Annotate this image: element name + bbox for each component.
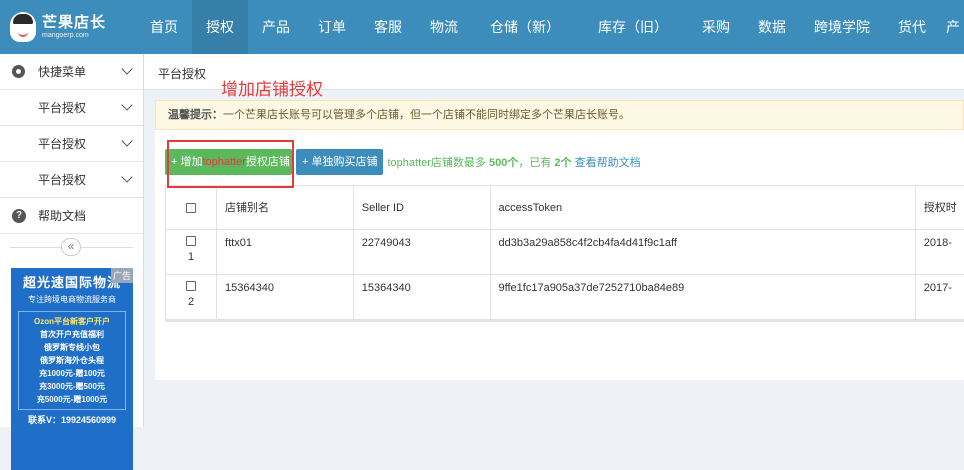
cell-auth-time: 2017- <box>923 282 952 294</box>
ad-phone: 联系V：19924560999 <box>27 415 117 425</box>
column-header-alias: 店铺别名 <box>217 186 354 229</box>
nav-item-products[interactable]: 产品 <box>248 0 304 54</box>
sidebar-item-label: 平台授权 <box>38 101 87 115</box>
ad-line: 充3000元-赠500元 <box>39 382 105 391</box>
info-count: 2个 <box>554 157 572 169</box>
tip-text: 一个芒果店长账号可以管理多个店铺，但一个店铺不能同时绑定多个芒果店长账号。 <box>223 109 630 121</box>
cell-access-token: dd3b3a29a858c4f2cb4fa4d41f9c1aff <box>491 230 916 274</box>
nav-item-forwarder[interactable]: 货代 <box>884 0 940 54</box>
mascot-icon <box>10 12 36 42</box>
help-doc-link[interactable]: 查看帮助文档 <box>575 157 641 169</box>
sidebar-item-platform-auth[interactable]: 平台授权 <box>0 162 143 198</box>
collapse-sidebar-button[interactable]: « <box>61 238 81 256</box>
cell-access-token: 9ffe1fc17a905a37de7252710ba84e89 <box>491 275 916 319</box>
annotation-label: 增加店铺授权 <box>221 80 323 99</box>
question-icon: ? <box>12 208 26 223</box>
info-max: 500个 <box>488 157 519 169</box>
sidebar-item-label: 平台授权 <box>38 137 87 151</box>
ad-subtitle: 专注跨境电商物流服务商 <box>28 295 116 304</box>
nav-item-warehouse-new[interactable]: 仓储（新） <box>472 0 578 54</box>
row-select-cell: 2 <box>165 275 218 319</box>
ad-offer-box: Ozon平台新客户开户 首次开户充值福利 俄罗斯专线小包 俄罗斯海外仓头程 充1… <box>18 311 126 410</box>
nav-item-home[interactable]: 首页 <box>136 0 192 54</box>
ad-badge[interactable]: 广告 <box>110 268 133 283</box>
nav-item-academy[interactable]: 跨境学院 <box>800 0 884 54</box>
tip-label: 温馨提示： <box>168 109 223 121</box>
top-navbar: 芒果店长 mangoerp.com 首页 授权 产品 订单 客服 物流 仓储（新… <box>0 0 964 54</box>
sidebar-quick-menu-label: 快捷菜单 <box>38 65 87 79</box>
cell-seller-id: 22749043 <box>354 230 491 274</box>
table-header-row: 店铺别名 Seller ID accessToken 授权时 <box>165 185 964 230</box>
chevron-down-icon <box>121 99 133 111</box>
gear-icon <box>12 65 25 78</box>
ad-line: 充1000元-赠100元 <box>39 369 105 378</box>
nav-item-logistics[interactable]: 物流 <box>416 0 472 54</box>
select-all-checkbox[interactable] <box>186 203 197 213</box>
brand-domain: mangoerp.com <box>42 31 89 39</box>
tip-banner: 温馨提示：一个芒果店长账号可以管理多个店铺，但一个店铺不能同时绑定多个芒果店长账… <box>155 100 964 130</box>
nav-item-customer-service[interactable]: 客服 <box>360 0 416 54</box>
ad-line: Ozon平台新客户开户 <box>34 317 110 326</box>
table-footer-line <box>165 320 964 322</box>
select-all-cell <box>165 186 218 229</box>
ad-line: 充5000元-赠1000元 <box>36 395 108 404</box>
chevron-down-icon <box>121 171 133 183</box>
cell-auth-time: 2018- <box>923 237 952 249</box>
annotation-highlight-box <box>167 140 294 188</box>
column-header-seller-id: Seller ID <box>354 186 491 229</box>
brand-text: 芒果店长 mangoerp.com <box>42 13 107 40</box>
main-nav: 首页 授权 产品 订单 客服 物流 仓储（新） 库存（旧） 采购 数据 跨境学院… <box>136 0 964 54</box>
info-sep: ，已有 <box>518 157 552 169</box>
row-checkbox[interactable] <box>186 281 197 291</box>
table-row: 1 fttx01 22749043 dd3b3a29a858c4f2cb4fa4… <box>165 230 964 275</box>
info-text: tophatter店铺数最多 <box>387 157 486 169</box>
sidebar-item-platform-auth[interactable]: 平台授权 <box>0 126 143 162</box>
row-number: 2 <box>187 296 195 308</box>
brand-name: 芒果店长 <box>42 13 107 31</box>
column-header-access-token: accessToken <box>491 186 916 229</box>
page-title: 平台授权 <box>158 67 207 81</box>
stores-table: 店铺别名 Seller ID accessToken 授权时 1 fttx01 … <box>165 185 964 322</box>
row-select-cell: 1 <box>165 230 218 274</box>
cell-alias: fttx01 <box>217 230 354 274</box>
table-row: 2 15364340 15364340 9ffe1fc17a905a37de72… <box>165 275 964 320</box>
sidebar: 快捷菜单 平台授权 平台授权 平台授权 ? 帮助文档 « 广告 超光速国际物流 … <box>0 54 144 470</box>
sidebar-item-help[interactable]: ? 帮助文档 <box>0 198 143 234</box>
sidebar-item-label: 平台授权 <box>38 173 87 187</box>
nav-item-orders[interactable]: 订单 <box>304 0 360 54</box>
main-content: 平台授权 增加店铺授权 温馨提示：一个芒果店长账号可以管理多个店铺，但一个店铺不… <box>144 54 964 427</box>
row-checkbox[interactable] <box>186 236 197 246</box>
ad-line: 俄罗斯海外仓头程 <box>40 356 104 365</box>
sidebar-quick-menu[interactable]: 快捷菜单 <box>0 54 143 90</box>
ad-line: 俄罗斯专线小包 <box>44 343 100 352</box>
ad-banner[interactable]: 广告 超光速国际物流 专注跨境电商物流服务商 Ozon平台新客户开户 首次开户充… <box>11 268 133 470</box>
ad-line: 首次开户充值福利 <box>40 330 104 339</box>
nav-item-inventory-old[interactable]: 库存（旧） <box>578 0 688 54</box>
chevron-down-icon <box>121 135 133 147</box>
nav-item-data[interactable]: 数据 <box>744 0 800 54</box>
column-header-auth-time: 授权时 <box>923 202 957 214</box>
cell-seller-id: 15364340 <box>354 275 491 319</box>
sidebar-item-platform-auth[interactable]: 平台授权 <box>0 90 143 126</box>
cell-alias: 15364340 <box>217 275 354 319</box>
page-header: 平台授权 增加店铺授权 <box>144 54 964 99</box>
nav-item-purchasing[interactable]: 采购 <box>688 0 744 54</box>
row-number: 1 <box>187 251 195 263</box>
brand-logo[interactable]: 芒果店长 mangoerp.com <box>0 0 136 54</box>
buy-store-button[interactable]: + 单独购买店铺 <box>296 149 384 175</box>
nav-item-more[interactable]: 产 <box>940 0 964 54</box>
nav-item-authorization[interactable]: 授权 <box>192 0 248 54</box>
sidebar-help-label: 帮助文档 <box>38 209 87 223</box>
sidebar-collapse-row: « <box>0 234 143 260</box>
store-count-info: tophatter店铺数最多 500个，已有 2个 查看帮助文档 <box>387 154 640 170</box>
chevron-down-icon <box>121 63 133 75</box>
